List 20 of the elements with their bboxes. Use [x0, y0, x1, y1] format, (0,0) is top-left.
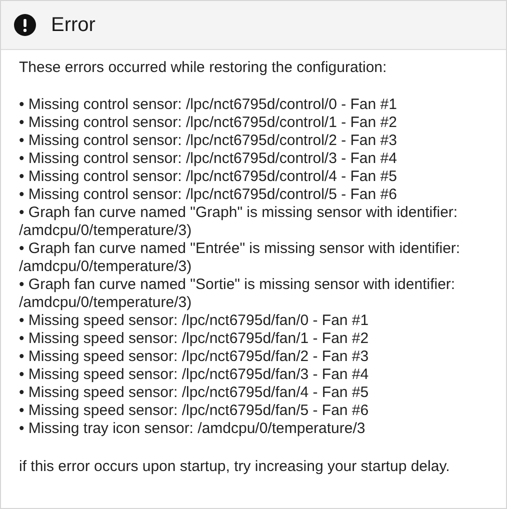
error-item: • Missing speed sensor: /lpc/nct6795d/fan/1 - Fan #2: [19, 330, 370, 348]
error-item: • Missing speed sensor: /lpc/nct6795d/fan/4 - Fan #5: [19, 384, 370, 402]
dialog-title: Error: [51, 14, 96, 36]
error-item: • Missing speed sensor: /lpc/nct6795d/fan/3 - Fan #4: [19, 366, 370, 384]
error-item: • Missing control sensor: /lpc/nct6795d/control/5 - Fan #6: [19, 186, 398, 204]
error-item: • Graph fan curve named "Sortie" is missing sensor with identifier: /amdcpu/0/temperature/3): [19, 276, 456, 312]
exclamation-icon: [14, 14, 36, 36]
error-item: • Missing control sensor: /lpc/nct6795d/control/1 - Fan #2: [19, 114, 398, 132]
error-item: • Missing control sensor: /lpc/nct6795d/control/2 - Fan #3: [19, 132, 398, 150]
error-item: • Graph fan curve named "Entrée" is missing sensor with identifier: /amdcpu/0/temperature/3): [19, 240, 462, 276]
error-item: • Missing tray icon sensor: /amdcpu/0/temperature/3: [19, 420, 366, 438]
hint-text: if this error occurs upon startup, try increasing your startup delay.: [19, 458, 451, 476]
error-item: • Missing control sensor: /lpc/nct6795d/control/4 - Fan #5: [19, 168, 398, 186]
error-item: • Graph fan curve named "Graph" is missing sensor with identifier: /amdcpu/0/temperature/3): [19, 204, 459, 240]
error-item: • Missing control sensor: /lpc/nct6795d/control/0 - Fan #1: [19, 96, 398, 114]
error-item: • Missing speed sensor: /lpc/nct6795d/fan/0 - Fan #1: [19, 312, 370, 330]
error-item: • Missing control sensor: /lpc/nct6795d/control/3 - Fan #4: [19, 150, 398, 168]
error-item: • Missing speed sensor: /lpc/nct6795d/fan/2 - Fan #3: [19, 348, 370, 366]
intro-text: These errors occurred while restoring the configuration:: [19, 59, 388, 77]
error-item: • Missing speed sensor: /lpc/nct6795d/fan/5 - Fan #6: [19, 402, 370, 420]
